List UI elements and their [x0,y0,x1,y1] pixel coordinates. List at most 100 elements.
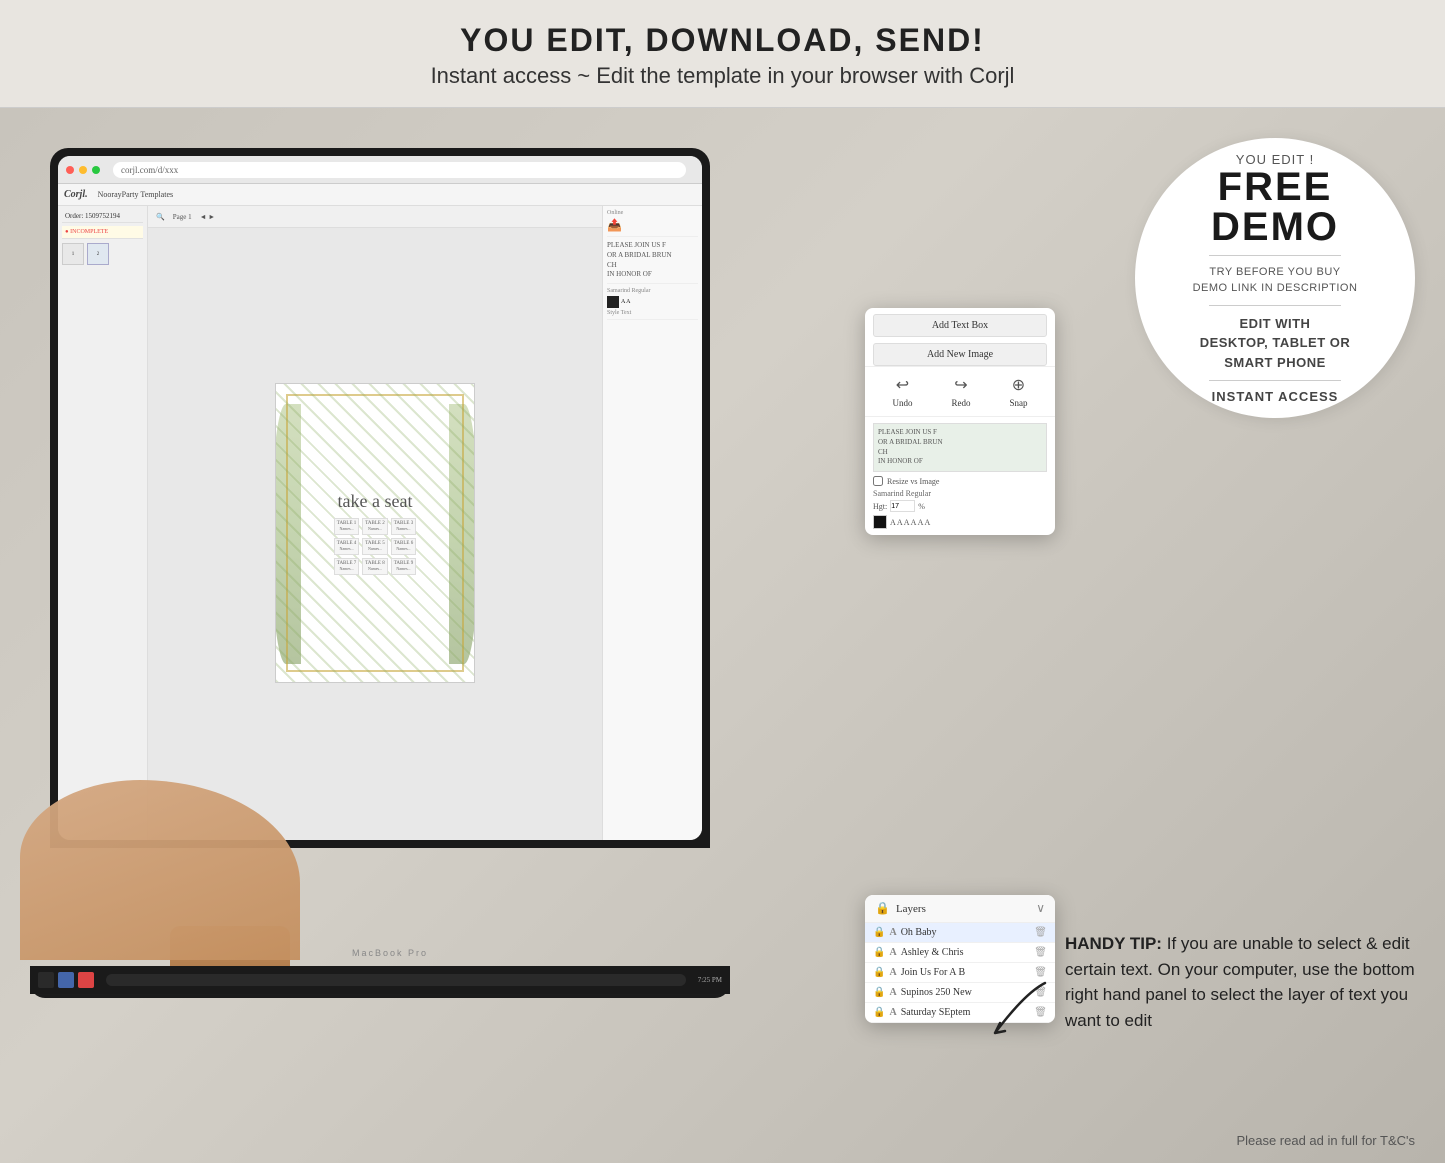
resize-controls: Resize vs Image [873,476,1047,486]
canvas-document: take a seat TABLE 1Names... TABLE 2Names… [275,383,475,683]
laptop-screen: corjl.com/d/xxx Corjl. NoorayParty Templ… [58,156,702,840]
demo-demo-label: DEMO [1211,207,1339,247]
demo-divider-2 [1209,305,1341,306]
share-icon[interactable]: 📤 [607,218,622,233]
demo-instant-access: INSTANT ACCESS [1212,389,1339,404]
taskbar-bar [106,974,686,986]
layers-header-left: 🔒 Layers [875,901,926,916]
layer-type-icon: A [889,987,896,998]
layer-lock-icon: 🔒 [873,987,885,998]
canvas-doc-content: take a seat TABLE 1Names... TABLE 2Names… [324,481,426,585]
resize-label: Resize vs Image [887,477,939,486]
maximize-dot [92,166,100,174]
snap-label: Snap [1010,398,1028,408]
sidebar-item-2[interactable]: ● INCOMPLETE [62,226,143,239]
font-family-label: Samarind Regular [873,489,1047,498]
layer-type-icon: A [889,947,896,958]
app-right-panel: Online 📤 PLEASE JOIN US F OR A BRIDAL BR… [602,206,702,840]
thumbnail-1[interactable]: 1 [62,243,84,265]
arrow-to-layers [965,973,1065,1053]
layer-type-icon: A [889,927,896,938]
font-size-controls: Hgt: % [873,500,1047,512]
height-input[interactable] [890,500,915,512]
undo-label: Undo [893,398,913,408]
layers-chevron-icon[interactable]: ∨ [1036,901,1045,916]
layer-lock-icon: 🔒 [873,1007,885,1018]
resize-checkbox[interactable] [873,476,883,486]
preview-line-2: OR A BRIDAL BRUN [878,438,1042,448]
header-title: YOU EDIT, DOWNLOAD, SEND! [0,22,1445,59]
redo-tool[interactable]: ↪ Redo [952,375,971,408]
sidebar-item-1: Order: 1509752194 [62,210,143,223]
thumbnail-2[interactable]: 2 [87,243,109,265]
panel-text-content: PLEASE JOIN US F OR A BRIDAL BRUN CH IN … [865,417,1055,535]
snap-tool[interactable]: ⊕ Snap [1010,375,1028,408]
undo-icon: ↩ [896,375,909,395]
table-5: TABLE 5Names... [362,538,387,555]
preview-line-4: IN HONOR OF [878,457,1042,467]
color-picker[interactable] [873,515,887,529]
app-toolbar: Corjl. NoorayParty Templates [58,184,702,206]
layers-lock-icon: 🔒 [875,901,890,916]
header-banner: YOU EDIT, DOWNLOAD, SEND! Instant access… [0,0,1445,108]
undo-tool[interactable]: ↩ Undo [893,375,913,408]
taskbar-time: 7:25 PM [698,976,722,984]
table-3: TABLE 3Names... [391,518,416,535]
layer-name-1: Ashley & Chris [901,947,1031,958]
layer-row-1[interactable]: 🔒 A Ashley & Chris 🗑 [865,943,1055,963]
zoom-control[interactable]: 🔍 [156,213,165,221]
color-controls: A A A A A A [873,515,1047,529]
browser-chrome: corjl.com/d/xxx [58,156,702,184]
table-8: TABLE 8Names... [362,558,387,575]
demo-link: DEMO LINK IN DESCRIPTION [1193,280,1358,297]
font-controls: A A [607,296,698,308]
layer-type-icon: A [889,1007,896,1018]
seating-tables: TABLE 1Names... TABLE 2Names... TABLE 3N… [334,518,416,575]
demo-edit-with: EDIT WITHDESKTOP, TABLET ORSMART PHONE [1200,314,1351,373]
seating-title[interactable]: take a seat [334,491,416,512]
layer-lock-icon: 🔒 [873,947,885,958]
canvas-toolbar: 🔍 Page 1 ◄ ► [148,206,602,228]
toolbar-menu: NoorayParty Templates [98,190,174,199]
demo-free-label: FREE [1218,167,1333,207]
color-swatch[interactable] [607,296,619,308]
layer-type-icon: A [889,967,896,978]
panel-section-1: Online 📤 [607,210,698,237]
text-preview-panel: PLEASE JOIN US F OR A BRIDAL BRUN CH IN … [607,241,698,280]
layer-delete-icon-0[interactable]: 🗑 [1034,927,1047,938]
laptop-mockup: corjl.com/d/xxx Corjl. NoorayParty Templ… [30,148,750,998]
taskbar-icon-3[interactable] [78,972,94,988]
add-text-box-button[interactable]: Add Text Box [873,314,1047,337]
demo-divider-3 [1209,380,1341,381]
browser-url: corjl.com/d/xxx [113,162,686,178]
layer-name-0: Oh Baby [901,927,1031,938]
footer-note: Please read ad in full for T&C's [1236,1133,1415,1148]
action-icons: 📤 [607,218,698,233]
panel-toolbar: ↩ Undo ↪ Redo ⊕ Snap [865,366,1055,417]
main-area: corjl.com/d/xxx Corjl. NoorayParty Templ… [0,108,1445,1163]
corjl-logo: Corjl. [64,189,88,200]
close-dot [66,166,74,174]
url-text: corjl.com/d/xxx [121,165,178,175]
taskbar-icon-1[interactable] [38,972,54,988]
panel-section-2: PLEASE JOIN US F OR A BRIDAL BRUN CH IN … [607,241,698,284]
redo-icon: ↪ [954,375,967,395]
table-2: TABLE 2Names... [362,518,387,535]
taskbar: 7:25 PM [30,966,730,994]
corjl-floating-panel: Add Text Box Add New Image ↩ Undo ↪ Redo… [865,308,1055,535]
app-sidebar: Order: 1509752194 ● INCOMPLETE 1 2 [58,206,148,840]
handy-tip-text: HANDY TIP: If you are unable to select &… [1065,931,1415,1033]
table-1: TABLE 1Names... [334,518,359,535]
layer-delete-icon-1[interactable]: 🗑 [1034,947,1047,958]
layers-header: 🔒 Layers ∨ [865,895,1055,923]
snap-icon: ⊕ [1012,375,1025,395]
page-nav[interactable]: ◄ ► [200,213,216,221]
taskbar-icon-2[interactable] [58,972,74,988]
add-new-image-button[interactable]: Add New Image [873,343,1047,366]
demo-try-before: TRY BEFORE YOU BUY [1209,264,1340,281]
app-canvas: 🔍 Page 1 ◄ ► take a seat [148,206,602,840]
text-format-buttons: A A A A A A [890,518,930,527]
preview-line-3: CH [878,448,1042,458]
app-content: Order: 1509752194 ● INCOMPLETE 1 2 [58,206,702,840]
layer-row-0[interactable]: 🔒 A Oh Baby 🗑 [865,923,1055,943]
